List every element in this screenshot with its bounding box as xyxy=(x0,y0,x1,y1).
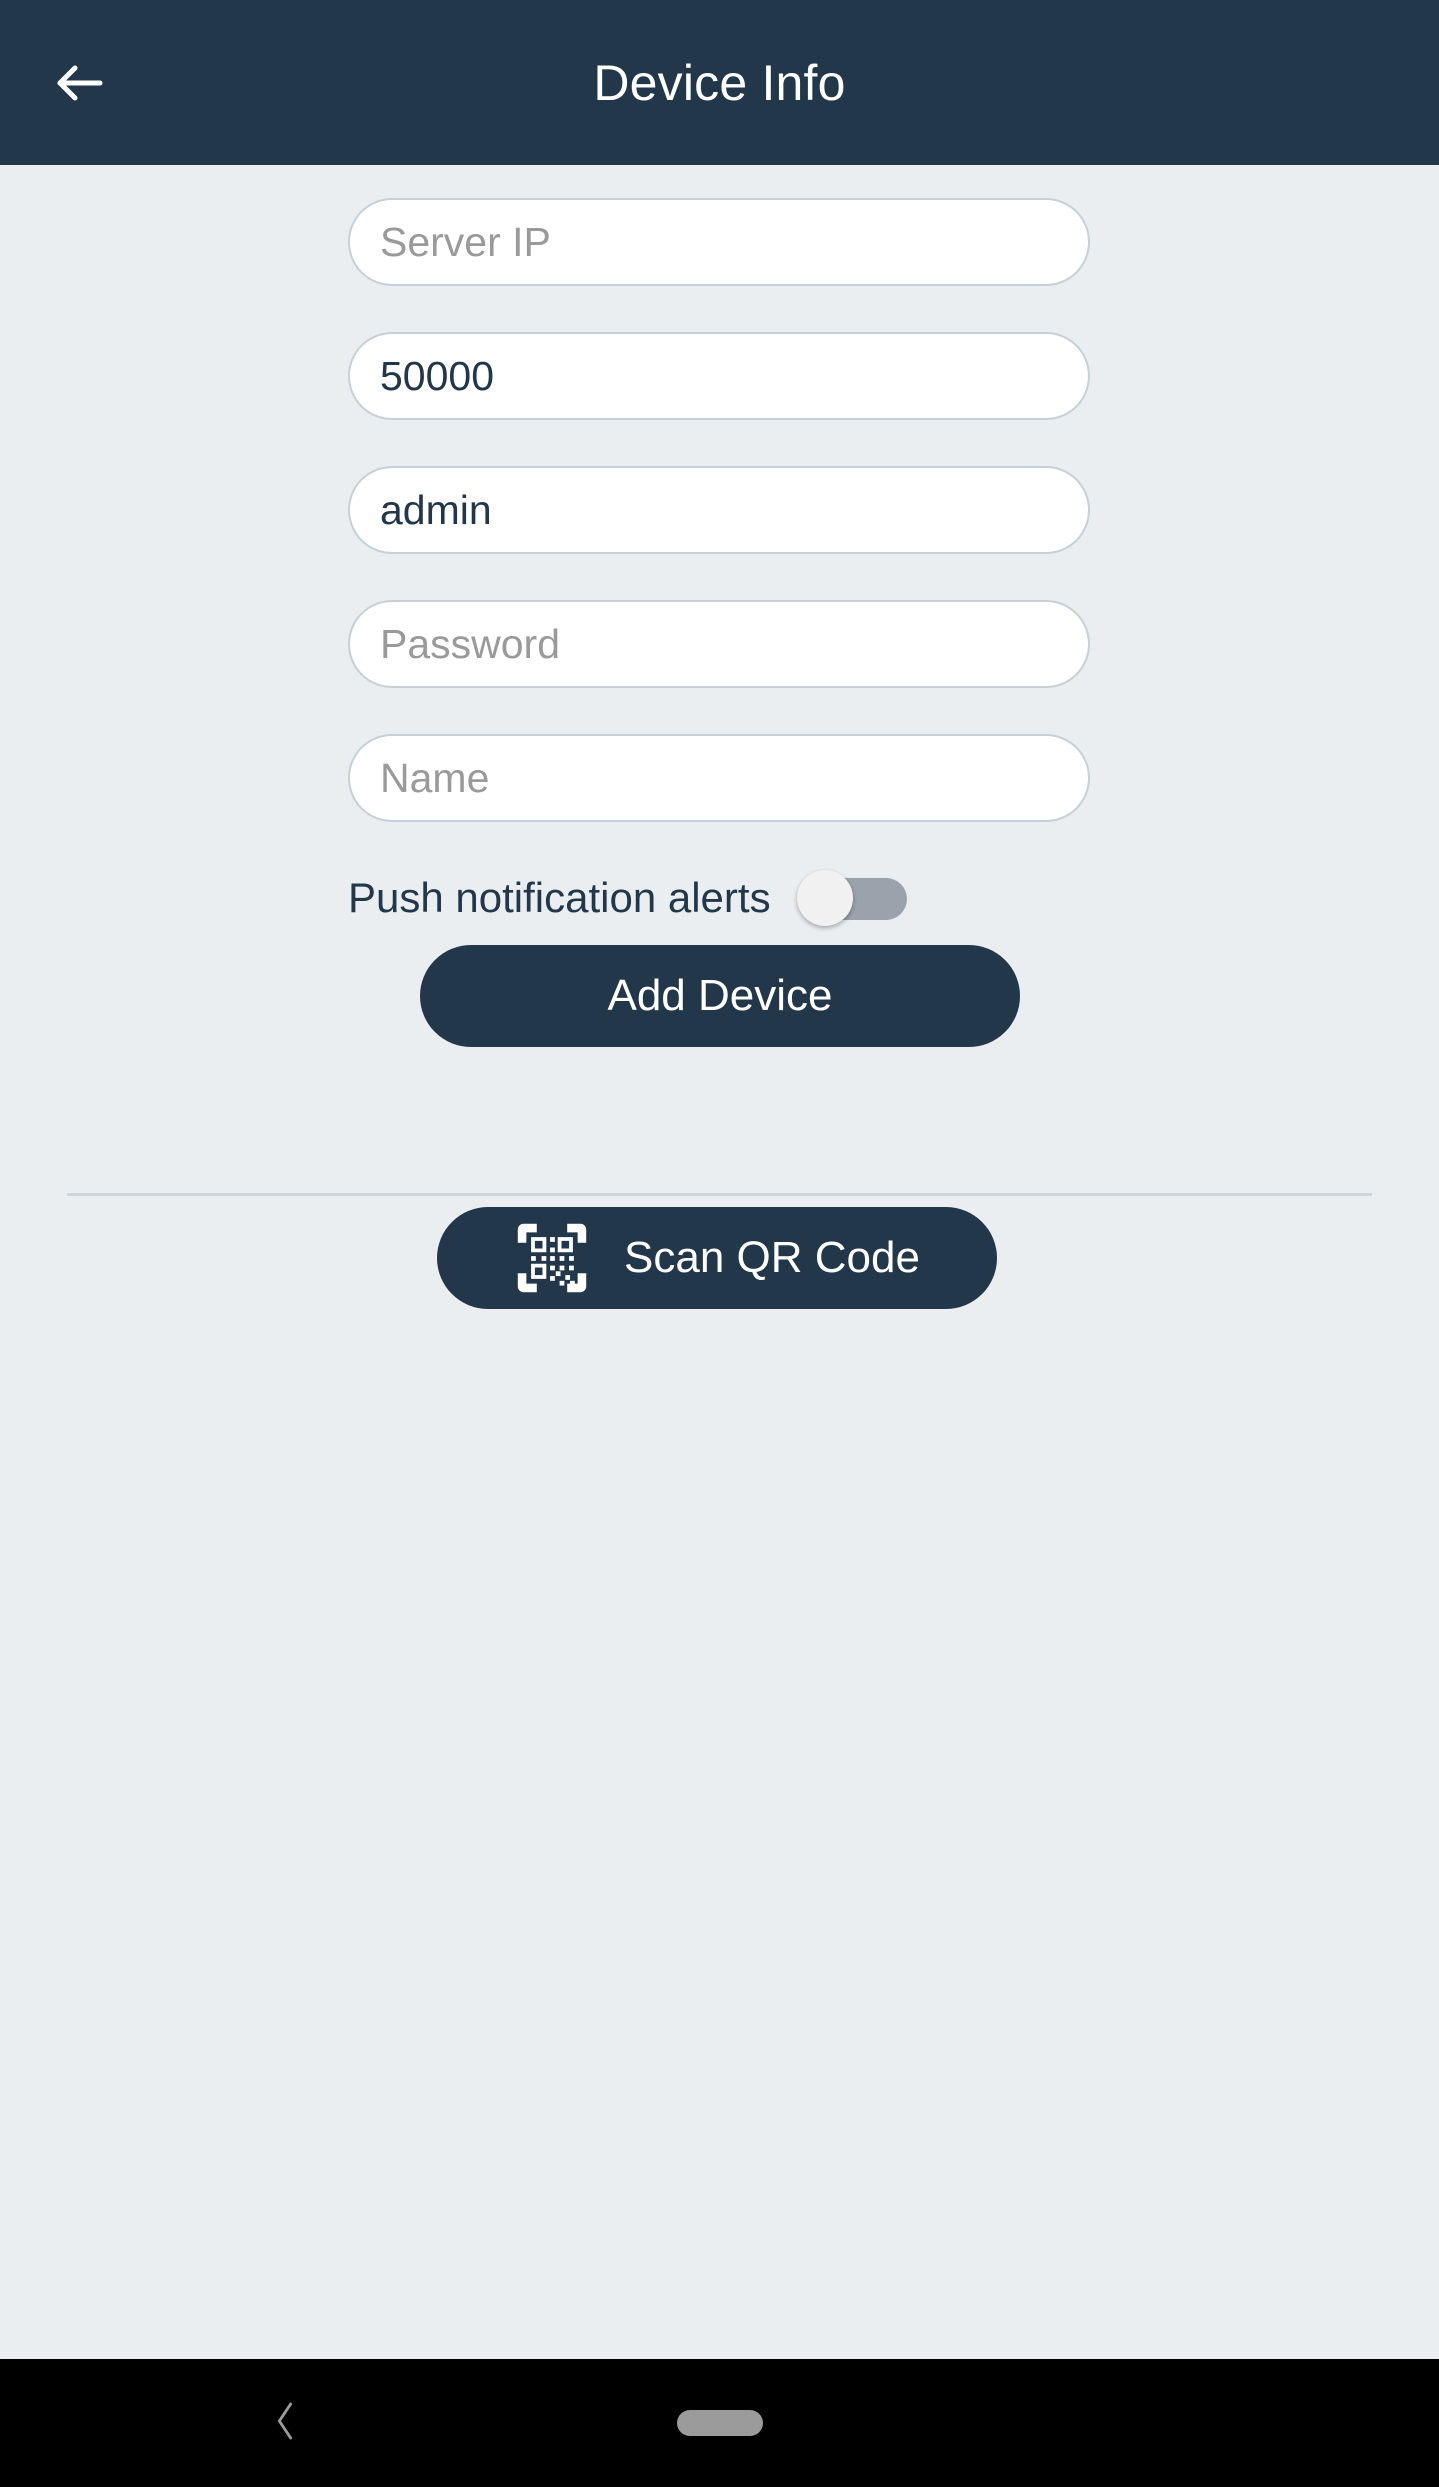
port-value: 50000 xyxy=(380,352,495,399)
username-value: admin xyxy=(380,486,492,533)
push-notification-row: Push notification alerts xyxy=(348,868,1090,928)
scan-qr-code-label: Scan QR Code xyxy=(624,1233,920,1282)
password-field[interactable]: Password xyxy=(348,600,1090,688)
device-name-placeholder: Name xyxy=(380,754,490,801)
android-navigation-bar xyxy=(0,2359,1439,2487)
push-notification-label: Push notification alerts xyxy=(348,874,771,921)
add-device-label: Add Device xyxy=(607,971,833,1020)
device-form: Server IP 50000 admin Password Name xyxy=(348,198,1090,868)
page-title: Device Info xyxy=(593,54,846,111)
content-area: Server IP 50000 admin Password Name Push… xyxy=(0,165,1439,2359)
nav-home-indicator[interactable] xyxy=(676,2410,763,2436)
device-info-screen: Device Info Server IP 50000 admin Passwo… xyxy=(0,0,1439,2487)
server-ip-field[interactable]: Server IP xyxy=(348,198,1090,286)
app-header: Device Info xyxy=(0,0,1439,165)
section-divider xyxy=(67,1193,1372,1196)
username-field[interactable]: admin xyxy=(348,466,1090,554)
chevron-left-icon xyxy=(268,2398,302,2449)
device-name-field[interactable]: Name xyxy=(348,734,1090,822)
arrow-left-icon xyxy=(50,53,110,113)
password-placeholder: Password xyxy=(380,620,561,667)
back-button[interactable] xyxy=(38,41,122,125)
toggle-knob xyxy=(796,870,853,926)
push-notification-toggle[interactable] xyxy=(796,870,907,926)
port-field[interactable]: 50000 xyxy=(348,332,1090,420)
server-ip-placeholder: Server IP xyxy=(380,218,551,265)
qr-code-scan-icon xyxy=(514,1220,590,1296)
add-device-button[interactable]: Add Device xyxy=(420,945,1020,1047)
scan-qr-code-button[interactable]: Scan QR Code xyxy=(437,1207,997,1309)
nav-back-button[interactable] xyxy=(255,2393,315,2453)
